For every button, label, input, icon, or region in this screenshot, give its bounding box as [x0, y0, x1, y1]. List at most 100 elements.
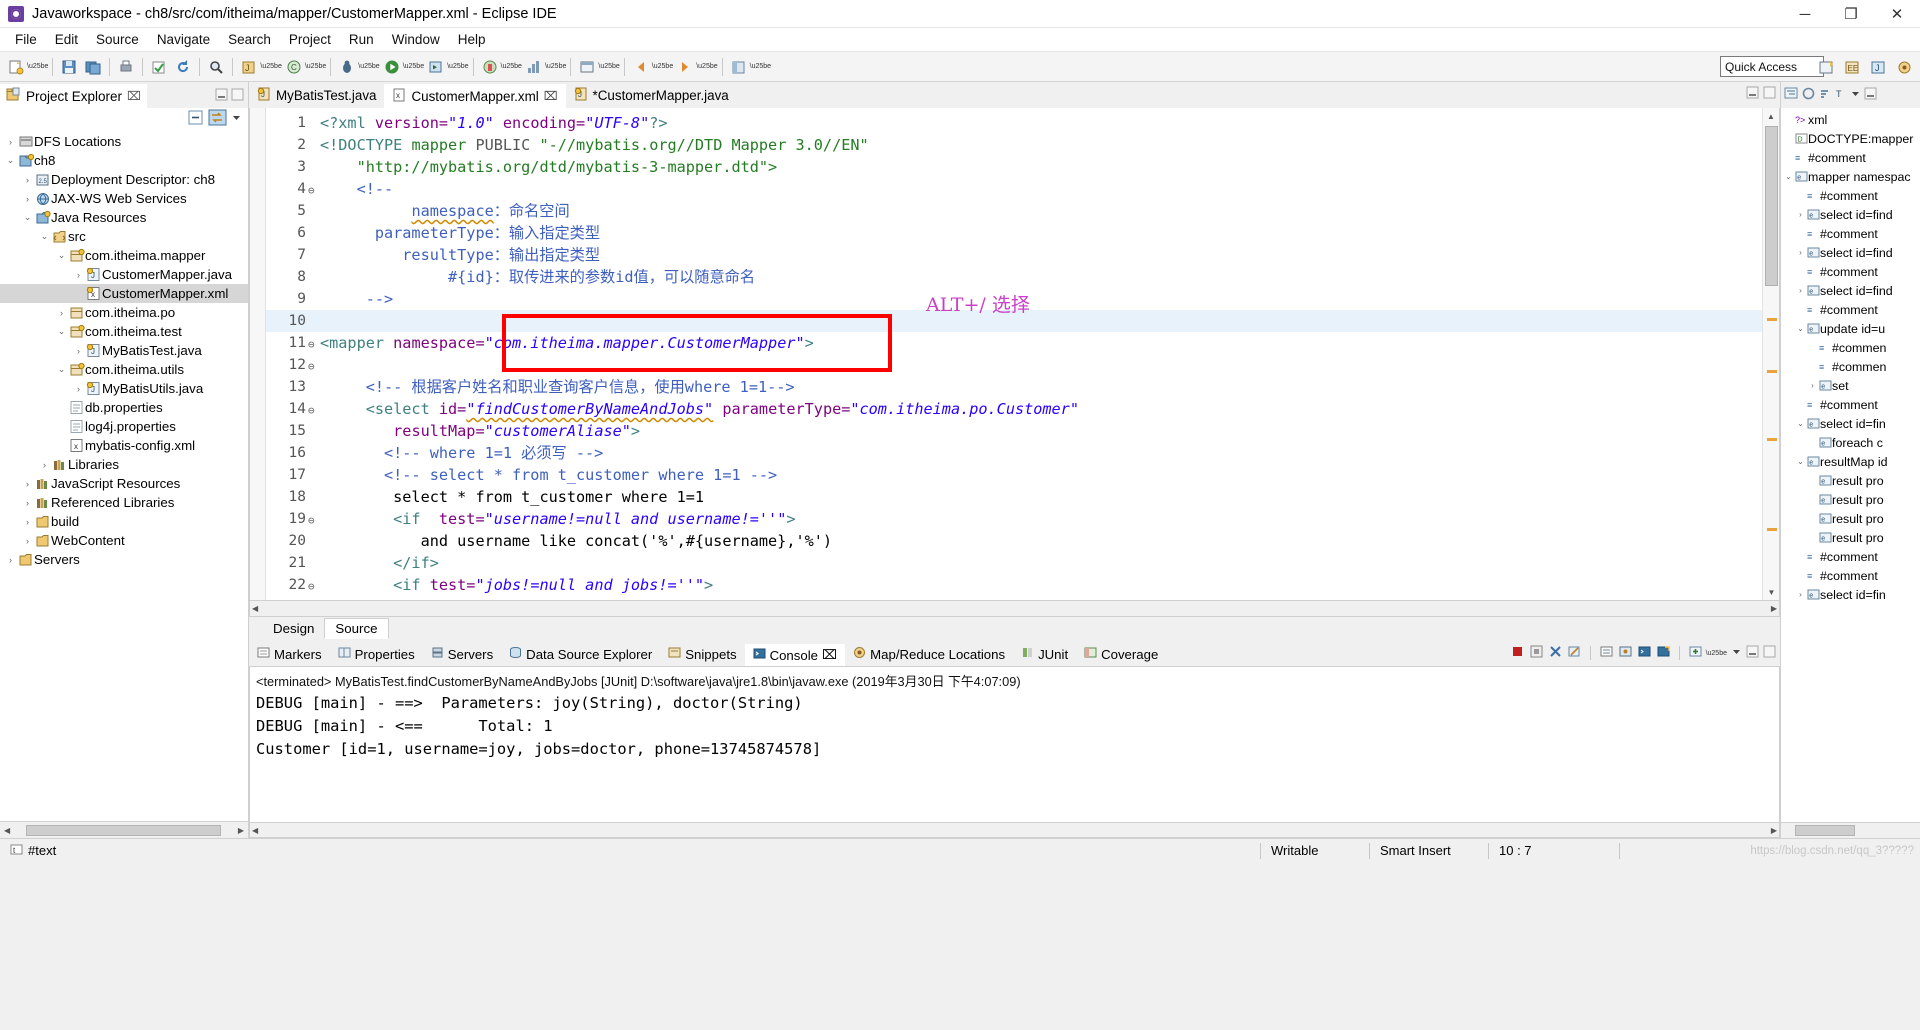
code-line[interactable]: 3 "http://mybatis.org/dtd/mybatis-3-mapp… — [266, 156, 1762, 178]
chevron-down-icon[interactable]: ⌄ — [1795, 324, 1806, 333]
code-line[interactable]: 17 <!-- select * from t_customer where 1… — [266, 464, 1762, 486]
code-line[interactable]: 21 </if> — [266, 552, 1762, 574]
overview-warning-mark[interactable] — [1767, 528, 1777, 531]
code-line[interactable]: 14!⊖ <select id="findCustomerByNameAndJo… — [266, 398, 1762, 420]
outline-item[interactable]: ›eset — [1781, 376, 1920, 395]
refresh-icon[interactable] — [172, 56, 194, 78]
tab-design[interactable]: Design — [263, 619, 324, 638]
java-perspective-icon[interactable]: J — [1867, 56, 1889, 78]
console-view-dropdown-icon[interactable]: \u25be — [1706, 650, 1727, 657]
outline-item[interactable]: ›eselect id=fin — [1781, 585, 1920, 604]
chevron-down-icon[interactable]: ⌄ — [1783, 172, 1794, 181]
hscroll-thumb[interactable] — [26, 825, 221, 836]
fold-toggle-icon[interactable]: ⊖ — [308, 334, 318, 356]
chevron-right-icon[interactable]: › — [72, 384, 85, 394]
perspective-icon[interactable] — [728, 56, 750, 78]
chevron-right-icon[interactable]: › — [72, 270, 85, 280]
code-line[interactable]: 13 <!-- 根据客户姓名和职业查询客户信息，使用where 1=1--> — [266, 376, 1762, 398]
tree-item[interactable]: db.properties — [0, 398, 248, 417]
code-line[interactable]: 7 resultType：输出指定类型 — [266, 244, 1762, 266]
remove-launch-icon[interactable] — [1529, 644, 1544, 662]
menu-source[interactable]: Source — [87, 30, 148, 49]
minimize-view-icon[interactable] — [215, 88, 228, 104]
maximize-view-icon[interactable] — [231, 88, 244, 104]
close-icon[interactable]: ⌧ — [544, 89, 558, 103]
outline-item[interactable]: ⌄eresultMap id — [1781, 452, 1920, 471]
overview-warning-mark[interactable] — [1767, 438, 1777, 441]
display-selected-console-icon[interactable] — [1637, 644, 1652, 662]
console-menu-icon[interactable] — [1731, 644, 1742, 662]
scroll-right-icon[interactable]: ▶ — [234, 826, 248, 835]
chevron-down-icon[interactable]: ⌄ — [55, 364, 68, 375]
tree-item[interactable]: ›Libraries — [0, 455, 248, 474]
outline-item[interactable]: ⌄emapper namespac — [1781, 167, 1920, 186]
console-output-panel[interactable]: <terminated> MyBatisTest.findCustomerByN… — [249, 666, 1780, 823]
chevron-right-icon[interactable]: › — [1795, 590, 1806, 599]
tree-item[interactable]: ›build — [0, 512, 248, 531]
code-line[interactable]: 22⊖ <if test="jobs!=null and jobs!=''"> — [266, 574, 1762, 596]
new-dropdown-icon[interactable]: \u25be — [27, 63, 48, 70]
forward-dropdown-icon[interactable]: \u25be — [696, 63, 717, 70]
scroll-up-icon[interactable]: ▲ — [1763, 108, 1779, 124]
save-icon[interactable] — [58, 56, 80, 78]
outline-item[interactable]: ⌄eupdate id=u — [1781, 319, 1920, 338]
vscroll-thumb[interactable] — [1765, 126, 1778, 286]
mapreduce-perspective-icon[interactable] — [1893, 56, 1915, 78]
chevron-right-icon[interactable]: › — [1795, 210, 1806, 219]
new-console-view-icon[interactable] — [1688, 644, 1703, 662]
scroll-lock-icon[interactable] — [1599, 644, 1614, 662]
run-external-icon[interactable] — [425, 56, 447, 78]
debug-dropdown-icon[interactable]: \u25be — [358, 63, 379, 70]
menu-help[interactable]: Help — [449, 30, 495, 49]
tree-item[interactable]: ›JAX-WS Web Services — [0, 189, 248, 208]
chevron-right-icon[interactable]: › — [38, 460, 51, 470]
outline-tree[interactable]: ?>xmlDDOCTYPE:mapper≡#comment⌄emapper na… — [1781, 108, 1920, 822]
tab-junit[interactable]: JUnit — [1013, 642, 1076, 666]
outline-hscroll-thumb[interactable] — [1795, 825, 1855, 836]
clear-console-icon[interactable] — [1567, 644, 1582, 662]
scroll-right-icon[interactable]: ▶ — [1771, 826, 1777, 835]
chevron-right-icon[interactable]: › — [21, 194, 34, 204]
tab-servers[interactable]: Servers — [423, 642, 501, 666]
close-icon[interactable]: ⌧ — [822, 647, 837, 663]
tab-customermapper-xml[interactable]: x CustomerMapper.xml ⌧ — [384, 82, 565, 108]
chevron-right-icon[interactable]: › — [4, 137, 17, 147]
tree-item[interactable]: xCustomerMapper.xml — [0, 284, 248, 303]
scroll-right-icon[interactable]: ▶ — [1771, 604, 1777, 613]
outline-icon[interactable] — [1784, 86, 1799, 104]
outline-options-icon[interactable] — [1802, 87, 1815, 103]
tab-markers[interactable]: Markers — [249, 642, 330, 666]
class-dropdown-icon[interactable]: \u25be — [305, 63, 326, 70]
java-ee-perspective-icon[interactable]: EE — [1841, 56, 1863, 78]
code-line[interactable]: 18 select * from t_customer where 1=1 — [266, 486, 1762, 508]
tree-item[interactable]: ⌄com.itheima.test — [0, 322, 248, 341]
outline-item[interactable]: ›eselect id=find — [1781, 281, 1920, 300]
project-tree[interactable]: ›DFS Locations⌄ch8›2.5Deployment Descrip… — [0, 130, 248, 821]
forward-icon[interactable] — [674, 56, 696, 78]
menu-run[interactable]: Run — [340, 30, 383, 49]
menu-search[interactable]: Search — [219, 30, 280, 49]
java-dropdown-icon[interactable]: \u25be — [260, 63, 281, 70]
tree-item[interactable]: ›DFS Locations — [0, 132, 248, 151]
minimize-outline-icon[interactable] — [1864, 87, 1877, 103]
chevron-down-icon[interactable]: ⌄ — [21, 212, 34, 223]
annotation-ruler[interactable] — [250, 108, 266, 600]
chevron-down-icon[interactable]: ⌄ — [1795, 457, 1806, 466]
outline-item[interactable]: ›eselect id=find — [1781, 205, 1920, 224]
code-line[interactable]: 4⊖ <!-- — [266, 178, 1762, 200]
chevron-right-icon[interactable]: › — [21, 479, 34, 489]
scroll-down-icon[interactable]: ▼ — [1763, 584, 1780, 600]
new-icon[interactable] — [5, 56, 27, 78]
terminate-icon[interactable] — [1510, 644, 1525, 662]
outline-item[interactable]: ≡#comment — [1781, 547, 1920, 566]
run-external-dropdown-icon[interactable]: \u25be — [447, 63, 468, 70]
outline-item[interactable]: eresult pro — [1781, 471, 1920, 490]
close-button[interactable]: ✕ — [1874, 0, 1920, 28]
tree-item[interactable]: ›JMyBatisTest.java — [0, 341, 248, 360]
code-line[interactable]: 1<?xml version="1.0" encoding="UTF-8"?> — [266, 112, 1762, 134]
chevron-right-icon[interactable]: › — [72, 346, 85, 356]
outline-menu-icon[interactable] — [1850, 87, 1861, 103]
tree-item[interactable]: xmybatis-config.xml — [0, 436, 248, 455]
minimize-console-icon[interactable] — [1746, 645, 1759, 661]
chevron-down-icon[interactable]: ⌄ — [38, 231, 51, 242]
